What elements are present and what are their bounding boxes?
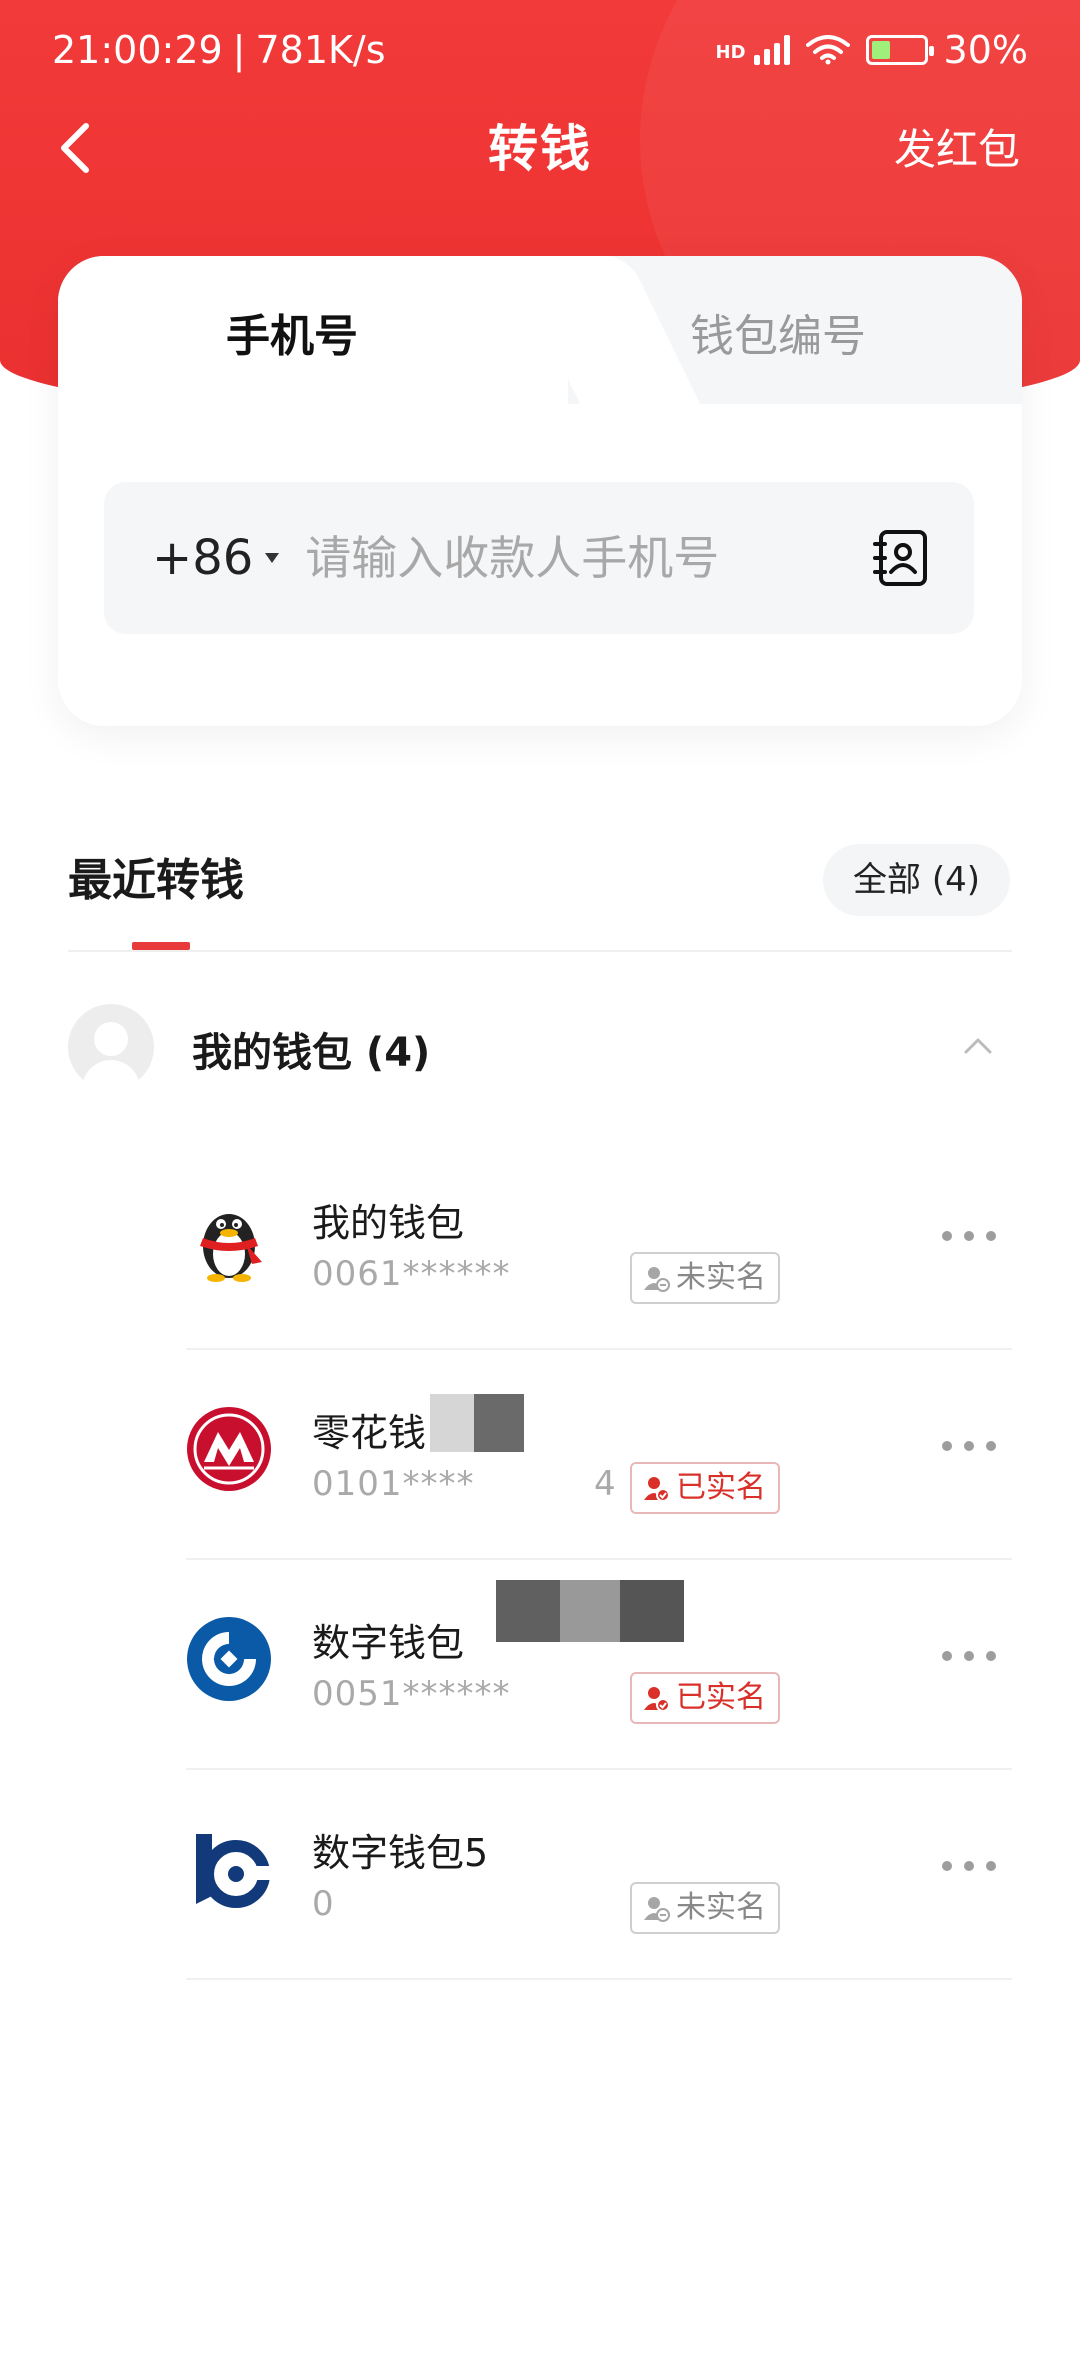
wallet-name: 零花钱 bbox=[312, 1411, 427, 1455]
group-label: 我的钱包 (4) bbox=[192, 1030, 431, 1076]
redaction-block bbox=[474, 1394, 524, 1452]
wallet-name: 数字钱包 bbox=[312, 1621, 465, 1665]
signal-icon bbox=[753, 35, 790, 65]
caret-down-icon bbox=[265, 553, 280, 563]
recent-header: 最近转钱 全部 (4) bbox=[0, 830, 1080, 950]
tab-wallet-id[interactable]: 钱包编号 bbox=[690, 300, 866, 364]
status-speed: 781K/s bbox=[255, 28, 386, 72]
wallet-item[interactable]: 数字钱包5 0 未实名 bbox=[186, 1770, 1012, 1980]
more-icon[interactable] bbox=[942, 1426, 996, 1466]
more-icon[interactable] bbox=[942, 1216, 996, 1256]
status-time: 21:00:29 bbox=[52, 28, 223, 72]
my-wallets-group[interactable]: 我的钱包 (4) bbox=[68, 1000, 1012, 1092]
wallet-list: 我的钱包 0061****** 未实名 零花钱 0101**** 4 已实名 数… bbox=[186, 1140, 1012, 1980]
send-red-packet-button[interactable]: 发红包 bbox=[894, 116, 1020, 177]
badge-label: 已实名 bbox=[676, 1470, 766, 1505]
transfer-card: 手机号 钱包编号 +86 bbox=[58, 256, 1022, 726]
user-badge-icon bbox=[644, 1897, 670, 1922]
divider bbox=[68, 950, 1012, 952]
verification-badge: 未实名 bbox=[630, 1252, 780, 1304]
user-verified-icon bbox=[644, 1477, 670, 1502]
status-bar: 21:00:29 | 781K/s HD 30% bbox=[0, 0, 1080, 100]
verification-badge: 已实名 bbox=[630, 1462, 780, 1514]
country-code-selector[interactable]: +86 bbox=[152, 530, 280, 586]
more-icon[interactable] bbox=[942, 1636, 996, 1676]
status-separator: | bbox=[232, 28, 246, 72]
cmb-logo-icon bbox=[187, 1407, 271, 1491]
page-title: 转钱 bbox=[488, 120, 592, 178]
back-button[interactable] bbox=[48, 120, 104, 176]
wallet-number: 0061****** bbox=[312, 1254, 511, 1294]
wallet-number: 0051****** bbox=[312, 1674, 511, 1714]
verification-badge: 已实名 bbox=[630, 1672, 780, 1724]
user-verified-icon bbox=[644, 1687, 670, 1712]
phone-field: +86 bbox=[104, 482, 974, 634]
recent-title: 最近转钱 bbox=[68, 855, 244, 906]
chevron-left-icon bbox=[61, 123, 89, 173]
verification-badge: 未实名 bbox=[630, 1882, 780, 1934]
badge-label: 未实名 bbox=[676, 1890, 766, 1925]
phone-input[interactable] bbox=[305, 531, 866, 585]
bocom-logo-icon bbox=[196, 1834, 272, 1908]
wallet-number-tail: 4 bbox=[594, 1464, 617, 1504]
view-all-button[interactable]: 全部 (4) bbox=[823, 844, 1010, 916]
wallet-item[interactable]: 数字钱包 0051****** 已实名 bbox=[186, 1560, 1012, 1770]
penguin-logo-icon bbox=[200, 1214, 262, 1282]
wallet-name: 数字钱包5 bbox=[312, 1831, 489, 1875]
recent-underline bbox=[132, 942, 190, 950]
wallet-item[interactable]: 零花钱 0101**** 4 已实名 bbox=[186, 1350, 1012, 1560]
battery-icon bbox=[865, 35, 934, 65]
wifi-icon bbox=[805, 35, 850, 65]
avatar bbox=[68, 1004, 154, 1090]
wallet-item[interactable]: 我的钱包 0061****** 未实名 bbox=[186, 1140, 1012, 1350]
battery-percent: 30% bbox=[943, 28, 1028, 72]
redaction-block bbox=[496, 1580, 560, 1642]
navigation-bar: 转钱 发红包 bbox=[0, 100, 1080, 190]
redaction-block bbox=[560, 1580, 620, 1642]
chevron-up-icon[interactable] bbox=[962, 1030, 994, 1062]
status-right: HD 30% bbox=[716, 28, 1028, 72]
ccb-logo-icon bbox=[187, 1617, 271, 1701]
status-left: 21:00:29 | 781K/s bbox=[52, 28, 386, 72]
country-code: +86 bbox=[152, 530, 254, 586]
wallet-number: 0 bbox=[312, 1884, 335, 1924]
user-badge-icon bbox=[644, 1267, 670, 1292]
wallet-number: 0101**** bbox=[312, 1464, 475, 1504]
badge-label: 已实名 bbox=[676, 1680, 766, 1715]
badge-label: 未实名 bbox=[676, 1260, 766, 1295]
wallet-name: 我的钱包 bbox=[312, 1201, 465, 1245]
hd-label: HD bbox=[715, 42, 746, 63]
contacts-icon[interactable] bbox=[872, 528, 930, 588]
redaction-block bbox=[430, 1394, 474, 1452]
tab-phone[interactable]: 手机号 bbox=[226, 300, 358, 364]
more-icon[interactable] bbox=[942, 1846, 996, 1886]
redaction-block bbox=[620, 1580, 684, 1642]
